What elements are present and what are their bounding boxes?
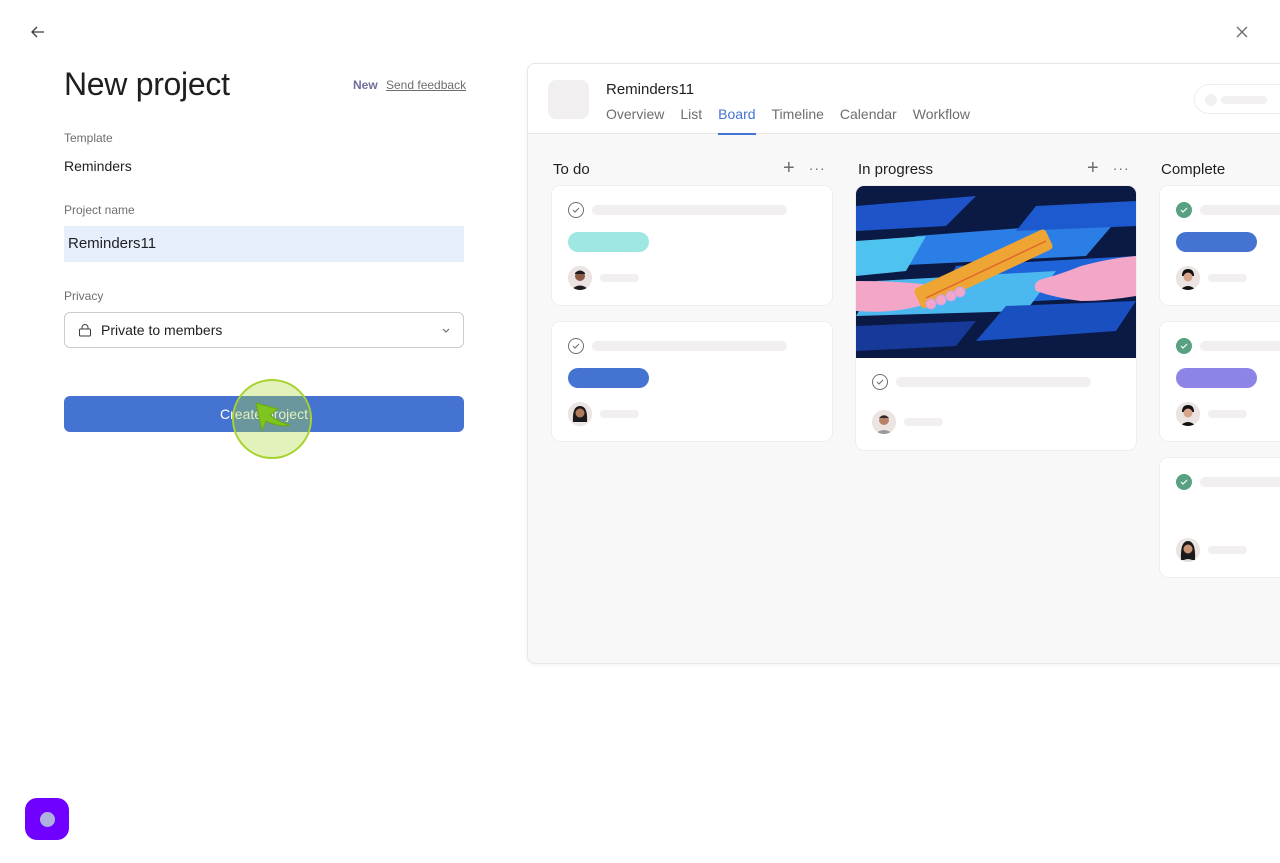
check-circle-icon [872, 374, 888, 390]
avatar [1176, 402, 1200, 426]
assignee-placeholder [1208, 410, 1247, 418]
task-card [552, 322, 832, 441]
add-task-icon[interactable]: + [783, 158, 795, 178]
tag-placeholder [1176, 232, 1257, 252]
task-card-with-cover [856, 186, 1136, 450]
privacy-select[interactable]: Private to members [64, 312, 464, 348]
assignee-placeholder [1208, 274, 1247, 282]
project-icon-placeholder [548, 80, 589, 119]
assignee-placeholder [600, 410, 639, 418]
task-card [1160, 186, 1280, 305]
column-title-todo: To do [553, 161, 590, 178]
privacy-value: Private to members [101, 322, 223, 338]
close-icon [1236, 26, 1248, 38]
task-title-placeholder [1200, 205, 1280, 215]
column-title-complete: Complete [1161, 161, 1226, 178]
template-label: Template [64, 131, 113, 145]
tab-calendar[interactable]: Calendar [840, 106, 897, 134]
template-value: Reminders [64, 158, 132, 174]
check-circle-icon [568, 338, 584, 354]
task-card [1160, 322, 1280, 441]
privacy-label: Privacy [64, 289, 104, 303]
task-title-placeholder [592, 341, 787, 351]
assignee-placeholder [600, 274, 639, 282]
task-title-placeholder [1200, 341, 1280, 351]
cover-image-relay-baton [856, 186, 1136, 358]
avatar [568, 402, 592, 426]
close-button[interactable] [1230, 20, 1254, 44]
check-complete-icon [1176, 202, 1192, 218]
avatar [872, 410, 896, 434]
tab-list[interactable]: List [680, 106, 702, 134]
tab-timeline[interactable]: Timeline [772, 106, 824, 134]
task-card [1160, 458, 1280, 577]
lock-icon [79, 324, 91, 337]
more-options-icon[interactable]: ··· [809, 161, 826, 175]
avatar [1176, 538, 1200, 562]
share-placeholder [1194, 84, 1280, 114]
send-feedback-link[interactable]: Send feedback [386, 78, 466, 92]
column-title-in-progress: In progress [858, 161, 934, 178]
assignee-placeholder [904, 418, 943, 426]
help-dot-icon [39, 811, 55, 827]
project-preview: Reminders11 Overview List Board Timeline… [527, 63, 1280, 664]
check-complete-icon [1176, 338, 1192, 354]
new-badge: New [353, 78, 378, 92]
task-title-placeholder [896, 377, 1091, 387]
assignee-placeholder [1208, 546, 1247, 554]
check-circle-icon [568, 202, 584, 218]
preview-header: Reminders11 Overview List Board Timeline… [528, 64, 1280, 135]
avatar [1176, 266, 1200, 290]
column-actions-in-progress: + ··· [1087, 158, 1130, 178]
check-complete-icon [1176, 474, 1192, 490]
project-name-input[interactable] [64, 226, 464, 262]
tab-board[interactable]: Board [718, 106, 756, 135]
tag-placeholder [568, 232, 649, 252]
more-options-icon[interactable]: ··· [1113, 161, 1130, 175]
task-title-placeholder [592, 205, 787, 215]
add-task-icon[interactable]: + [1087, 158, 1099, 178]
tab-workflow[interactable]: Workflow [913, 106, 970, 134]
task-card [552, 186, 832, 305]
chevron-down-icon [442, 328, 450, 333]
avatar [568, 266, 592, 290]
preview-tabs: Overview List Board Timeline Calendar Wo… [606, 106, 970, 135]
project-name-label: Project name [64, 203, 135, 217]
column-actions-todo: + ··· [783, 158, 826, 178]
tag-placeholder [1176, 368, 1257, 388]
page-title: New project [64, 66, 230, 102]
help-button[interactable] [25, 798, 69, 840]
create-project-button[interactable]: Create project [64, 396, 464, 432]
arrow-left-icon [31, 26, 44, 38]
tag-placeholder [568, 368, 649, 388]
task-title-placeholder [1200, 477, 1280, 487]
back-button[interactable] [26, 20, 50, 44]
tab-overview[interactable]: Overview [606, 106, 664, 134]
preview-project-title: Reminders11 [606, 81, 695, 98]
